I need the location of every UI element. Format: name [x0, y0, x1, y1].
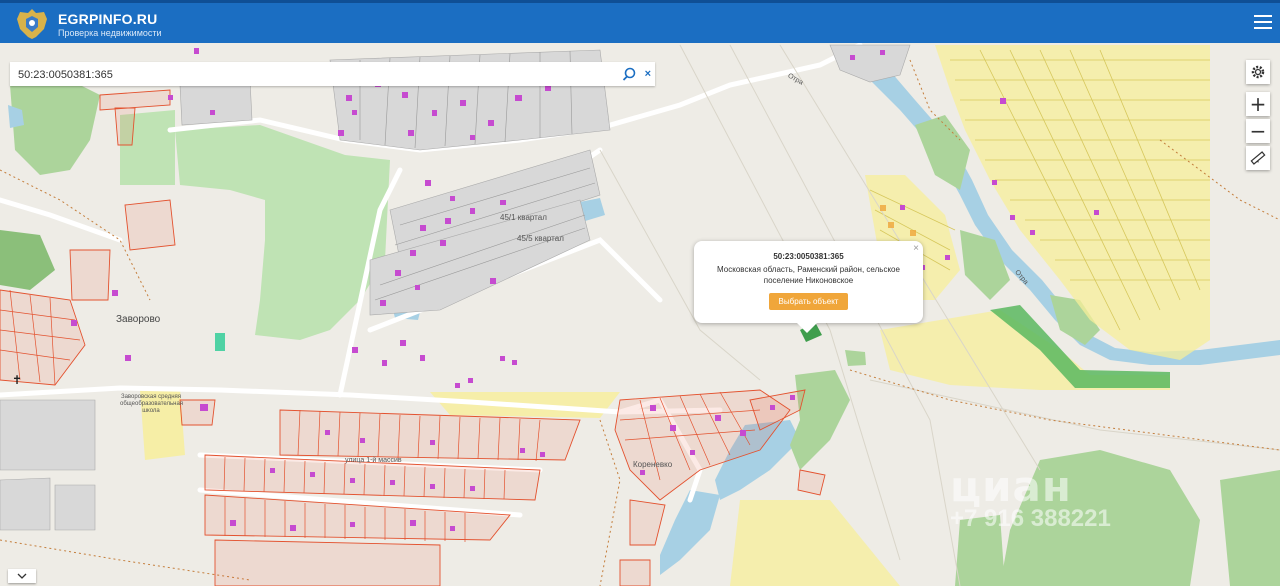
search-box: × [10, 62, 655, 86]
collapse-panel-button[interactable] [8, 569, 36, 583]
brand-name[interactable]: EGRPINFO.RU [58, 11, 157, 27]
watermark-name: циан [950, 462, 1072, 511]
label-quarter-1: 45/1 квартал [500, 213, 547, 222]
chevron-down-icon [17, 573, 27, 579]
popup-address: Московская область, Раменский район, сел… [717, 265, 900, 285]
label-quarter-2: 45/5 квартал [517, 234, 564, 243]
church-icon: ✝ [12, 373, 22, 387]
gear-icon [1251, 65, 1265, 79]
watermark-phone: +7 916 388221 [950, 505, 1111, 532]
zoom-out-button[interactable]: − [1246, 119, 1270, 143]
zoom-in-button[interactable]: + [1246, 92, 1270, 116]
ruler-icon [1250, 151, 1266, 165]
label-village-2: Кореневко [633, 460, 673, 469]
close-icon[interactable]: × [913, 243, 919, 254]
parcel-popup: × 50:23:0050381:365 Московская область, … [694, 241, 923, 333]
brand-subtitle: Проверка недвижимости [58, 28, 162, 38]
coat-of-arms-icon[interactable] [14, 7, 50, 41]
label-street: улица 1-й массив [345, 457, 402, 464]
search-input[interactable] [16, 65, 620, 85]
app: ✝ Заворово 45/1 квартал 45/5 квартал Зав… [0, 0, 1280, 586]
settings-button[interactable] [1246, 60, 1270, 84]
special-object [215, 333, 225, 351]
clear-search-button[interactable]: × [645, 66, 651, 82]
forest-area [845, 350, 866, 366]
hamburger-icon[interactable] [1254, 15, 1272, 31]
label-village: Заворово [116, 314, 161, 325]
select-object-button[interactable]: Выбрать объект [768, 293, 849, 310]
popup-title: 50:23:0050381:365 [773, 252, 844, 261]
watermark: циан +7 916 388221 [950, 462, 1111, 533]
ruler-button[interactable] [1246, 146, 1270, 170]
label-school: Заворовская средняя общеобразовательная … [120, 394, 184, 414]
forest-area [1220, 470, 1280, 586]
search-icon[interactable] [621, 66, 637, 82]
header-bar: EGRPINFO.RU Проверка недвижимости [0, 0, 1280, 43]
